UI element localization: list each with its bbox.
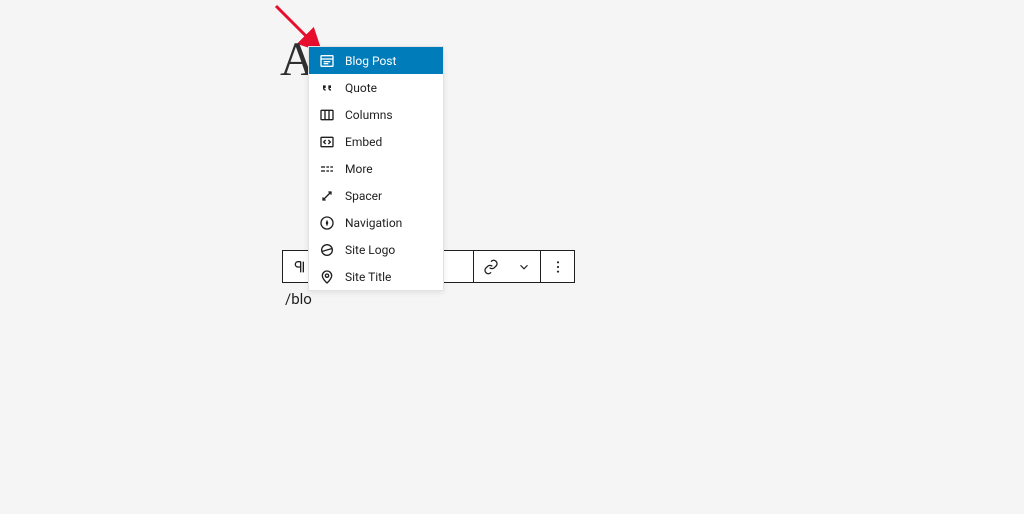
link-icon	[483, 259, 499, 275]
suggestion-label: More	[345, 162, 373, 176]
quote-icon	[319, 80, 335, 96]
suggestion-label: Embed	[345, 135, 382, 149]
editor-stage: A	[0, 0, 1024, 514]
site-title-icon	[319, 269, 335, 285]
suggestion-site-title[interactable]: Site Title	[309, 263, 443, 290]
embed-icon	[319, 134, 335, 150]
suggestion-label: Quote	[345, 81, 377, 95]
suggestion-label: Navigation	[345, 216, 402, 230]
block-suggestion-popup: Blog Post Quote Columns	[308, 46, 444, 291]
chevron-down-icon	[517, 260, 531, 274]
suggestion-spacer[interactable]: Spacer	[309, 182, 443, 209]
suggestion-label: Site Title	[345, 270, 391, 284]
link-button[interactable]	[474, 251, 507, 282]
dropdown-button[interactable]	[507, 251, 540, 282]
slash-command-input-text[interactable]: /blo	[285, 290, 312, 308]
suggestion-columns[interactable]: Columns	[309, 101, 443, 128]
navigation-icon	[319, 215, 335, 231]
suggestion-site-logo[interactable]: Site Logo	[309, 236, 443, 263]
pilcrow-icon	[292, 259, 308, 275]
blog-post-icon	[319, 53, 335, 69]
dots-vertical-icon	[550, 259, 566, 275]
suggestion-label: Spacer	[345, 189, 382, 203]
suggestion-quote[interactable]: Quote	[309, 74, 443, 101]
spacer-icon	[319, 188, 335, 204]
suggestion-label: Blog Post	[345, 54, 396, 68]
suggestion-navigation[interactable]: Navigation	[309, 209, 443, 236]
suggestion-embed[interactable]: Embed	[309, 128, 443, 155]
options-button[interactable]	[541, 251, 574, 282]
suggestion-label: Columns	[345, 108, 393, 122]
suggestion-more[interactable]: More	[309, 155, 443, 182]
columns-icon	[319, 107, 335, 123]
suggestion-label: Site Logo	[345, 243, 395, 257]
more-icon	[319, 161, 335, 177]
suggestion-blog-post[interactable]: Blog Post	[309, 47, 443, 74]
site-logo-icon	[319, 242, 335, 258]
